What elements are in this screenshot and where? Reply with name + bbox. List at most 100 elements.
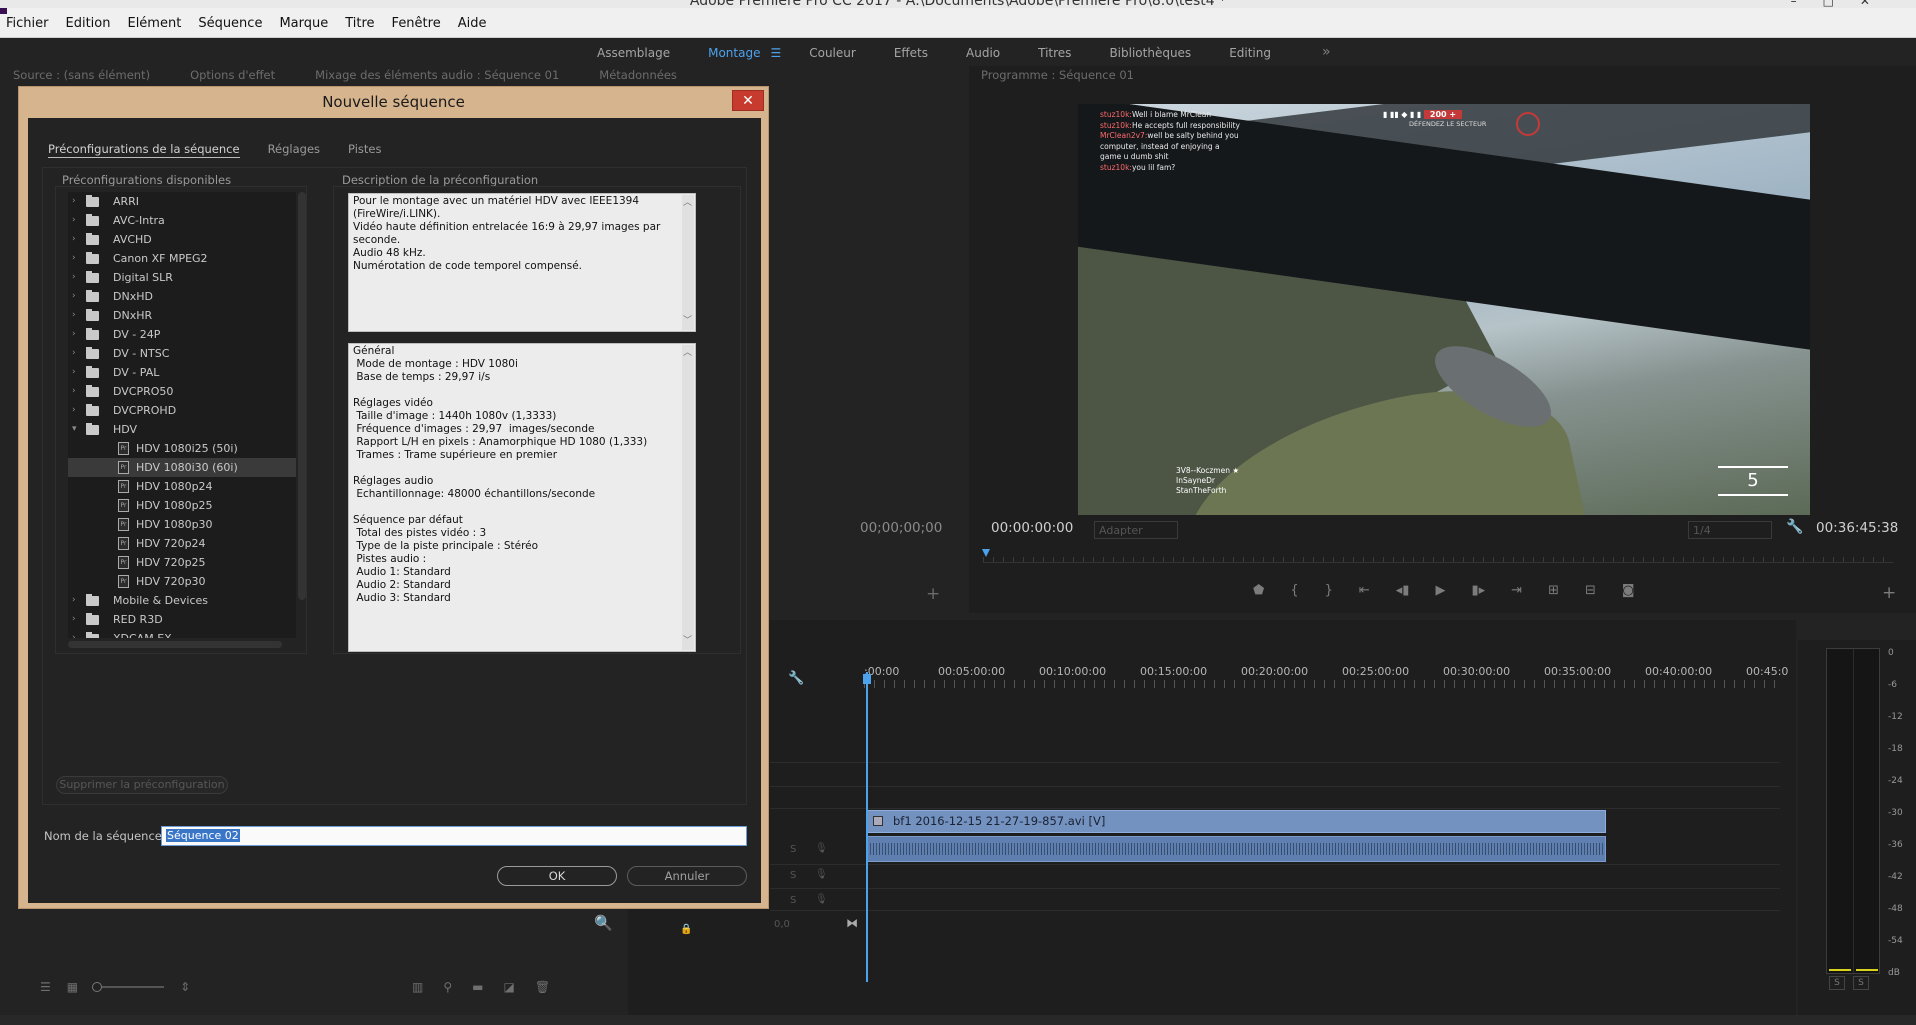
preset-item[interactable]: Pr HDV 720p24: [68, 534, 296, 553]
track-mic-icon[interactable]: 🎙: [815, 843, 828, 854]
list-view-icon[interactable]: ☰: [40, 980, 51, 994]
program-video-frame[interactable]: stuz10k:Well i blame MrClean stuz10k:He …: [1078, 104, 1810, 515]
track-mic-icon[interactable]: 🎙: [815, 894, 828, 905]
preset-folder[interactable]: › Digital SLR: [68, 268, 296, 287]
menu-edition[interactable]: Edition: [66, 16, 111, 31]
lift-icon[interactable]: ⊞: [1548, 583, 1559, 598]
track-mic-icon[interactable]: 🎙: [815, 869, 828, 880]
new-item-icon[interactable]: ◪: [503, 980, 514, 994]
preset-item[interactable]: Pr HDV 1080i30 (60i): [68, 458, 296, 477]
preset-item[interactable]: Pr HDV 1080i25 (50i): [68, 439, 296, 458]
lock-icon[interactable]: 🔒: [680, 924, 692, 935]
tab-tracks[interactable]: Pistes: [348, 142, 381, 158]
menu-fenetre[interactable]: Fenêtre: [392, 16, 441, 31]
tab-source[interactable]: Source : (sans élément): [13, 68, 150, 82]
workspace-more-icon[interactable]: »: [1322, 44, 1331, 60]
ok-button[interactable]: OK: [497, 866, 617, 886]
chevron-right-icon[interactable]: ›: [72, 591, 76, 610]
step-forward-icon[interactable]: ▮▸: [1471, 583, 1485, 598]
tab-settings[interactable]: Réglages: [268, 142, 320, 158]
source-timecode[interactable]: 00;00;00;00: [860, 520, 942, 536]
preset-item[interactable]: Pr HDV 720p25: [68, 553, 296, 572]
mark-in-icon[interactable]: {: [1290, 583, 1298, 598]
go-to-out-icon[interactable]: ⇥: [1511, 583, 1522, 598]
sequence-name-input[interactable]: Séquence 02: [161, 826, 747, 846]
preset-item[interactable]: Pr HDV 1080p24: [68, 477, 296, 496]
preset-folder[interactable]: › ARRI: [68, 192, 296, 211]
close-icon[interactable]: ✕: [732, 90, 764, 111]
preset-item[interactable]: Pr HDV 1080p30: [68, 515, 296, 534]
workspace-titres[interactable]: Titres: [1038, 46, 1071, 60]
preset-folder[interactable]: › DVCPROHD: [68, 401, 296, 420]
program-quality-select[interactable]: 1/4: [1688, 521, 1772, 539]
chevron-right-icon[interactable]: ›: [72, 629, 76, 638]
chevron-down-icon[interactable]: ▾: [72, 420, 77, 439]
clear-icon[interactable]: 🗑: [535, 980, 550, 994]
track-solo-button[interactable]: S: [790, 844, 796, 855]
menu-fichier[interactable]: Fichier: [6, 16, 49, 31]
presets-tree[interactable]: › ARRI › AVC-Intra › AVCHD › Canon XF MPEG2 › Dig…: [68, 192, 296, 638]
preset-folder[interactable]: › Mobile & Devices: [68, 591, 296, 610]
program-timecode[interactable]: 00:00:00:00: [991, 520, 1073, 536]
meter-solo-right[interactable]: S: [1853, 976, 1869, 990]
find-icon[interactable]: ⚲: [443, 980, 452, 994]
track-solo-button[interactable]: S: [790, 895, 796, 906]
chevron-right-icon[interactable]: ›: [72, 249, 76, 268]
menu-titre[interactable]: Titre: [345, 16, 374, 31]
chevron-right-icon[interactable]: ›: [72, 325, 76, 344]
new-bin-icon[interactable]: ▬: [472, 980, 483, 994]
chevron-right-icon[interactable]: ›: [72, 363, 76, 382]
preset-item[interactable]: Pr HDV 1080p25: [68, 496, 296, 515]
window-controls[interactable]: –□✕: [1791, 0, 1896, 8]
icon-view-icon[interactable]: ▦: [67, 980, 78, 994]
delete-preset-button[interactable]: Supprimer la préconfiguration: [56, 776, 228, 794]
timeline-settings-icon[interactable]: 🔧: [788, 671, 804, 686]
preset-folder[interactable]: › DNxHD: [68, 287, 296, 306]
description-scrollbar[interactable]: [682, 195, 694, 330]
track-solo-button[interactable]: S: [790, 870, 796, 881]
timeline-search-icon[interactable]: 🔍: [594, 914, 613, 932]
video-clip[interactable]: bf1 2016-12-15 21-27-19-857.avi [V]: [866, 810, 1606, 833]
chevron-right-icon[interactable]: ›: [72, 306, 76, 325]
preset-info-text[interactable]: Général Mode de montage : HDV 1080i Base…: [348, 343, 696, 652]
workspace-editing[interactable]: Editing: [1229, 46, 1271, 60]
preset-folder[interactable]: › DVCPRO50: [68, 382, 296, 401]
go-to-in-icon[interactable]: ⇤: [1359, 583, 1370, 598]
preset-folder[interactable]: › DV - 24P: [68, 325, 296, 344]
preset-folder[interactable]: › XDCAM EX: [68, 629, 296, 638]
menu-element[interactable]: Elément: [127, 16, 181, 31]
mark-out-icon[interactable]: }: [1325, 583, 1333, 598]
preset-folder[interactable]: › DNxHR: [68, 306, 296, 325]
tab-audio-mixer[interactable]: Mixage des éléments audio : Séquence 01: [315, 68, 559, 82]
sort-icon[interactable]: ⇕: [180, 980, 190, 994]
workspace-montage[interactable]: Montage: [708, 46, 760, 60]
workspace-effets[interactable]: Effets: [894, 46, 928, 60]
master-volume-value[interactable]: 0,0: [774, 919, 790, 930]
preset-folder[interactable]: › DV - NTSC: [68, 344, 296, 363]
program-add-button[interactable]: +: [1882, 583, 1896, 603]
chevron-right-icon[interactable]: ›: [72, 401, 76, 420]
program-fit-select[interactable]: Adapter: [1094, 521, 1178, 539]
preset-folder[interactable]: › DV - PAL: [68, 363, 296, 382]
workspace-audio[interactable]: Audio: [966, 46, 1000, 60]
menu-marque[interactable]: Marque: [279, 16, 328, 31]
chevron-right-icon[interactable]: ›: [72, 192, 76, 211]
chevron-right-icon[interactable]: ›: [72, 344, 76, 363]
chevron-right-icon[interactable]: ›: [72, 610, 76, 629]
preset-item[interactable]: Pr HDV 720p30: [68, 572, 296, 591]
tree-vertical-scrollbar[interactable]: [298, 192, 306, 600]
tab-effect-options[interactable]: Options d'effet: [190, 68, 275, 82]
automate-icon[interactable]: ▥: [412, 980, 423, 994]
preset-folder[interactable]: › RED R3D: [68, 610, 296, 629]
workspace-couleur[interactable]: Couleur: [809, 46, 856, 60]
timeline-playhead[interactable]: [866, 672, 868, 982]
workspace-bibliotheques[interactable]: Bibliothèques: [1109, 46, 1191, 60]
preset-folder[interactable]: › AVCHD: [68, 230, 296, 249]
extract-icon[interactable]: ⊟: [1585, 583, 1596, 598]
workspace-menu-icon[interactable]: ☰: [770, 46, 781, 60]
tab-presets[interactable]: Préconfigurations de la séquence: [48, 142, 240, 158]
workspace-assemblage[interactable]: Assemblage: [597, 46, 670, 60]
menu-sequence[interactable]: Séquence: [198, 16, 262, 31]
cancel-button[interactable]: Annuler: [627, 866, 747, 886]
menu-aide[interactable]: Aide: [458, 16, 487, 31]
